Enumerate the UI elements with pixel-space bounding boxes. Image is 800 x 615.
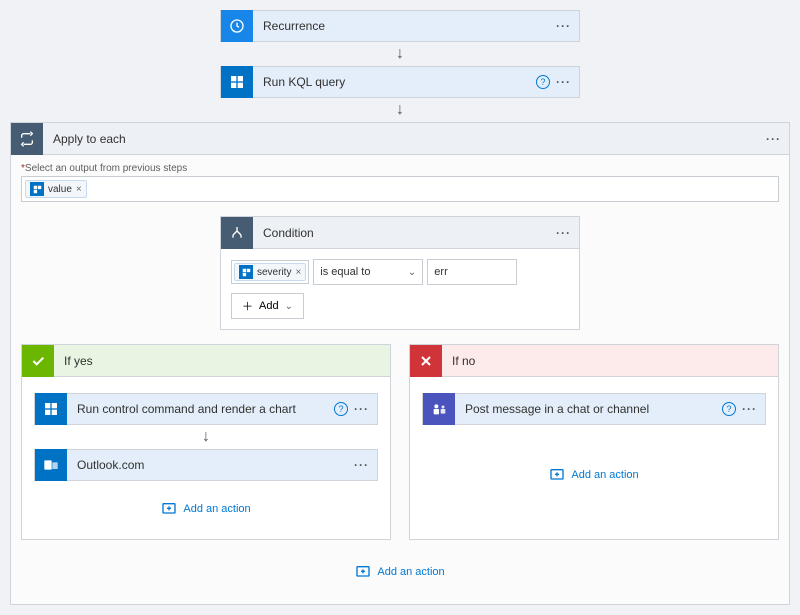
add-label: Add bbox=[259, 300, 279, 312]
remove-token-icon[interactable]: × bbox=[295, 267, 301, 278]
help-icon[interactable]: ? bbox=[334, 402, 348, 416]
step-post-teams-message[interactable]: Post message in a chat or channel ? ··· bbox=[422, 393, 766, 425]
branch-title: If yes bbox=[54, 354, 390, 368]
more-icon[interactable]: ··· bbox=[556, 226, 571, 240]
step-condition: Condition ··· severity × is equal t bbox=[220, 216, 580, 330]
apply-to-each-header[interactable]: Apply to each ··· bbox=[11, 123, 789, 155]
token-label: value bbox=[48, 184, 72, 195]
token-label: severity bbox=[257, 267, 291, 278]
add-action-icon bbox=[355, 564, 371, 580]
arrow-down-icon: ↓ bbox=[10, 42, 790, 66]
outlook-icon bbox=[35, 449, 67, 481]
add-action-label: Add an action bbox=[377, 566, 444, 578]
operator-value: is equal to bbox=[320, 266, 370, 278]
more-icon[interactable]: ··· bbox=[766, 132, 781, 146]
plus-icon: ＋ bbox=[242, 298, 253, 314]
more-icon[interactable]: ··· bbox=[742, 402, 757, 416]
chevron-down-icon: ⌄ bbox=[285, 301, 293, 312]
add-action-label: Add an action bbox=[571, 469, 638, 481]
token-severity[interactable]: severity × bbox=[234, 263, 306, 281]
step-title: Recurrence bbox=[253, 19, 556, 33]
foreach-icon bbox=[11, 123, 43, 155]
step-run-control-command[interactable]: Run control command and render a chart ?… bbox=[34, 393, 378, 425]
add-action-icon bbox=[549, 467, 565, 483]
branch-header[interactable]: If yes bbox=[22, 345, 390, 377]
cross-icon bbox=[410, 345, 442, 377]
more-icon[interactable]: ··· bbox=[556, 75, 571, 89]
condition-icon bbox=[221, 217, 253, 249]
azure-data-explorer-icon bbox=[35, 393, 67, 425]
add-action-button[interactable]: Add an action bbox=[422, 461, 766, 489]
step-apply-to-each: Apply to each ··· *Select an output from… bbox=[10, 122, 790, 605]
check-icon bbox=[22, 345, 54, 377]
more-icon[interactable]: ··· bbox=[354, 458, 369, 472]
step-title: Outlook.com bbox=[67, 458, 354, 472]
chevron-down-icon: ⌄ bbox=[408, 267, 416, 278]
teams-icon bbox=[423, 393, 455, 425]
condition-header[interactable]: Condition ··· bbox=[221, 217, 579, 249]
step-title: Run KQL query bbox=[253, 75, 536, 89]
arrow-down-icon: ↓ bbox=[10, 98, 790, 122]
help-icon[interactable]: ? bbox=[536, 75, 550, 89]
step-recurrence[interactable]: Recurrence ··· bbox=[220, 10, 580, 42]
step-title: Condition bbox=[253, 226, 556, 240]
add-action-button[interactable]: Add an action bbox=[21, 558, 779, 586]
more-icon[interactable]: ··· bbox=[556, 19, 571, 33]
condition-left-operand[interactable]: severity × bbox=[231, 260, 309, 284]
arrow-down-icon: ↓ bbox=[34, 425, 378, 449]
token-value[interactable]: value × bbox=[25, 180, 87, 198]
step-title: Post message in a chat or channel bbox=[455, 402, 722, 416]
branch-title: If no bbox=[442, 354, 778, 368]
recurrence-icon bbox=[221, 10, 253, 42]
add-action-label: Add an action bbox=[183, 503, 250, 515]
more-icon[interactable]: ··· bbox=[354, 402, 369, 416]
remove-token-icon[interactable]: × bbox=[76, 184, 82, 195]
dynamic-content-icon bbox=[30, 182, 44, 196]
add-action-button[interactable]: Add an action bbox=[34, 495, 378, 523]
step-outlook[interactable]: Outlook.com ··· bbox=[34, 449, 378, 481]
step-title: Apply to each bbox=[43, 132, 766, 146]
help-icon[interactable]: ? bbox=[722, 402, 736, 416]
step-title: Run control command and render a chart bbox=[67, 402, 334, 416]
azure-data-explorer-icon bbox=[221, 66, 253, 98]
branch-header[interactable]: If no bbox=[410, 345, 778, 377]
branch-if-no: If no Post message in a chat or channel … bbox=[409, 344, 779, 540]
output-selector-field[interactable]: value × bbox=[21, 176, 779, 202]
add-condition-button[interactable]: ＋ Add ⌄ bbox=[231, 293, 304, 319]
condition-value-text: err bbox=[434, 266, 447, 278]
field-label: *Select an output from previous steps bbox=[21, 163, 779, 174]
step-run-kql[interactable]: Run KQL query ? ··· bbox=[220, 66, 580, 98]
condition-value-input[interactable]: err bbox=[427, 259, 517, 285]
dynamic-content-icon bbox=[239, 265, 253, 279]
condition-operator-select[interactable]: is equal to ⌄ bbox=[313, 259, 423, 285]
branch-if-yes: If yes Run control command and render a … bbox=[21, 344, 391, 540]
add-action-icon bbox=[161, 501, 177, 517]
